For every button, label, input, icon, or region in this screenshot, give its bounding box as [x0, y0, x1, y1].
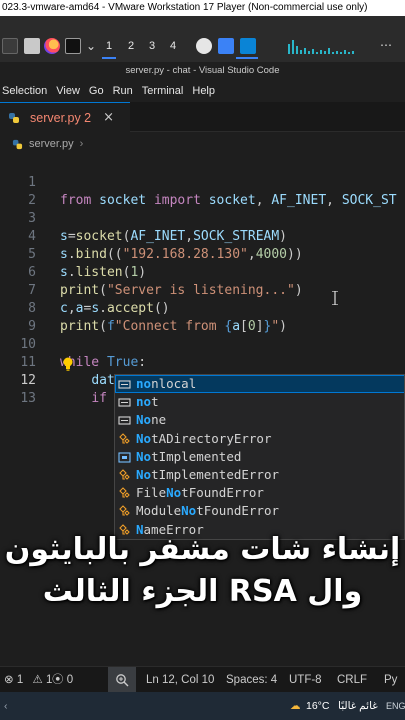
status-bar: ⊗ 1 ⚠ 1 ⦿ 0 Ln 12, Col 10 Spaces: 4 UTF-… — [0, 666, 405, 693]
temperature[interactable]: 16°C — [306, 692, 329, 720]
app-icon[interactable] — [196, 38, 212, 54]
chevron-down-icon[interactable]: ⌄ — [86, 38, 102, 54]
class-icon — [119, 505, 130, 517]
suggestion-label: FileNotFoundError — [136, 485, 264, 501]
keyword-icon — [118, 398, 131, 407]
lightbulb-icon[interactable] — [62, 357, 74, 371]
language-status[interactable]: Py — [384, 667, 397, 693]
terminal-icon[interactable] — [2, 38, 18, 54]
console-icon[interactable] — [65, 38, 81, 54]
workspace-2[interactable]: 2 — [128, 40, 134, 52]
ports-count: 0 — [66, 674, 74, 686]
suggestion-item[interactable]: ModuleNotFoundError — [115, 502, 404, 520]
workspace-3[interactable]: 3 — [149, 40, 155, 52]
suggestion-item[interactable]: NotImplementedError — [115, 466, 404, 484]
suggestion-label: not — [136, 394, 159, 410]
caption-line-1: إنشاء شات مشفر بالبايثون — [4, 532, 401, 567]
chevron-right-icon: › — [79, 138, 84, 150]
cpu-graph — [286, 38, 356, 54]
workspace-1[interactable]: 1 — [106, 40, 112, 52]
tab-bar: server.py 2 × — [0, 102, 405, 132]
suggest-widget[interactable]: nonlocal not None NotADirectoryError Not… — [114, 374, 405, 540]
caption-line-2: وال RSA الجزء الثالث — [42, 574, 363, 609]
class-icon — [119, 469, 130, 480]
workspace-4[interactable]: 4 — [170, 40, 176, 52]
language-indicator[interactable]: ENG — [386, 692, 405, 720]
line-number: 13 — [20, 391, 36, 406]
class-icon — [119, 432, 130, 444]
suggestion-label: ModuleNotFoundError — [136, 503, 280, 519]
breadcrumb: server.py › — [0, 133, 405, 155]
error-icon: ⊗ — [4, 674, 14, 686]
window-title: server.py - chat - Visual Studio Code — [0, 62, 405, 80]
suggestion-item[interactable]: not — [115, 393, 404, 411]
suggestion-item[interactable]: None — [115, 411, 404, 429]
menu-terminal[interactable]: Terminal — [142, 85, 184, 97]
guest-taskbar: ⌄ 1 2 3 4 ⋯ — [0, 16, 405, 62]
menu-selection[interactable]: Selection — [2, 85, 47, 97]
indentation-status[interactable]: Spaces: 4 — [226, 667, 277, 693]
code-line: 4 s.bind(("192.168.28.130",4000)) — [0, 210, 405, 262]
zoom-icon — [116, 674, 129, 687]
variable-icon — [118, 452, 131, 463]
suggestion-label: None — [136, 412, 167, 428]
python-icon — [9, 112, 19, 123]
more-icon[interactable]: ⋯ — [380, 38, 392, 52]
keyword-icon — [118, 416, 131, 425]
breadcrumb-file[interactable]: server.py — [29, 138, 74, 150]
suggestion-item[interactable]: NotADirectoryError — [115, 430, 404, 448]
code-line: 2 — [0, 174, 405, 208]
menu-run[interactable]: Run — [113, 85, 133, 97]
vmware-title-bar: 023.3-vmware-amd64 - VMware Workstation … — [0, 0, 405, 16]
code-line: 5 s.listen(1) — [0, 228, 405, 280]
tab-server-py[interactable]: server.py 2 × — [0, 102, 130, 132]
suggestion-item[interactable]: nonlocal — [115, 375, 404, 394]
menu-go[interactable]: Go — [89, 85, 104, 97]
vscode-icon[interactable] — [240, 38, 256, 54]
weather-icon[interactable]: ☁ — [290, 692, 301, 720]
ports-status[interactable]: ⦿ 0 — [52, 667, 73, 693]
suggestion-item[interactable]: NotImplemented — [115, 448, 404, 466]
code-line: 3 s=socket(AF_INET,SOCK_STREAM) — [0, 192, 405, 244]
menu-help[interactable]: Help — [192, 85, 215, 97]
code-line: 10 while True: — [0, 318, 405, 370]
keyword-icon — [118, 380, 131, 389]
class-icon — [119, 487, 130, 498]
tab-label: server.py 2 — [30, 110, 92, 125]
overflow-icon[interactable]: ‹ — [4, 692, 8, 720]
menu-view[interactable]: View — [56, 85, 80, 97]
folder-icon[interactable] — [218, 38, 234, 54]
suggestion-label: NotImplementedError — [136, 467, 279, 482]
zoom-button[interactable] — [108, 667, 136, 693]
workspace-indicator — [102, 57, 116, 59]
radio-tower-icon: ⦿ — [52, 674, 64, 686]
code-line: 6 print("Server is listening...") — [0, 246, 405, 298]
code-line: 9 — [0, 300, 405, 334]
error-count: 1 — [16, 674, 24, 686]
eol-status[interactable]: CRLF — [337, 667, 367, 693]
weather-text[interactable]: غائم غالبًا — [338, 692, 378, 720]
code-line-active: 12 if no — [0, 354, 405, 406]
windows-taskbar: ‹ ☁ 16°C غائم غالبًا ENG — [0, 692, 405, 720]
suggestion-item[interactable]: FileNotFoundError — [115, 484, 404, 502]
firefox-icon[interactable] — [44, 38, 60, 54]
encoding-status[interactable]: UTF-8 — [289, 667, 322, 693]
active-app-indicator — [236, 57, 258, 59]
window-icon[interactable] — [24, 38, 40, 54]
cursor-position[interactable]: Ln 12, Col 10 — [146, 667, 214, 693]
menu-bar: Selection View Go Run Terminal Help — [0, 80, 405, 102]
code-line: 1 from socket import socket, AF_INET, SO… — [0, 156, 405, 208]
text-cursor-icon — [332, 291, 338, 305]
python-icon — [12, 139, 23, 149]
close-icon[interactable]: × — [103, 110, 114, 125]
warning-icon: ⚠ — [32, 674, 43, 686]
code-line: 11 data=c.recv(1024).decode() — [0, 336, 405, 388]
suggestion-label: NotADirectoryError — [136, 430, 272, 446]
screen: 023.3-vmware-amd64 - VMware Workstation … — [0, 0, 405, 720]
suggestion-label: NotImplemented — [136, 448, 242, 464]
suggestion-label: nonlocal — [136, 376, 197, 391]
problems-status[interactable]: ⊗ 1 ⚠ 1 — [4, 667, 52, 693]
code-line: 8 print(f"Connect from {a[0]}") — [0, 282, 405, 334]
code-line: 7 c,a=s.accept() — [0, 264, 405, 316]
